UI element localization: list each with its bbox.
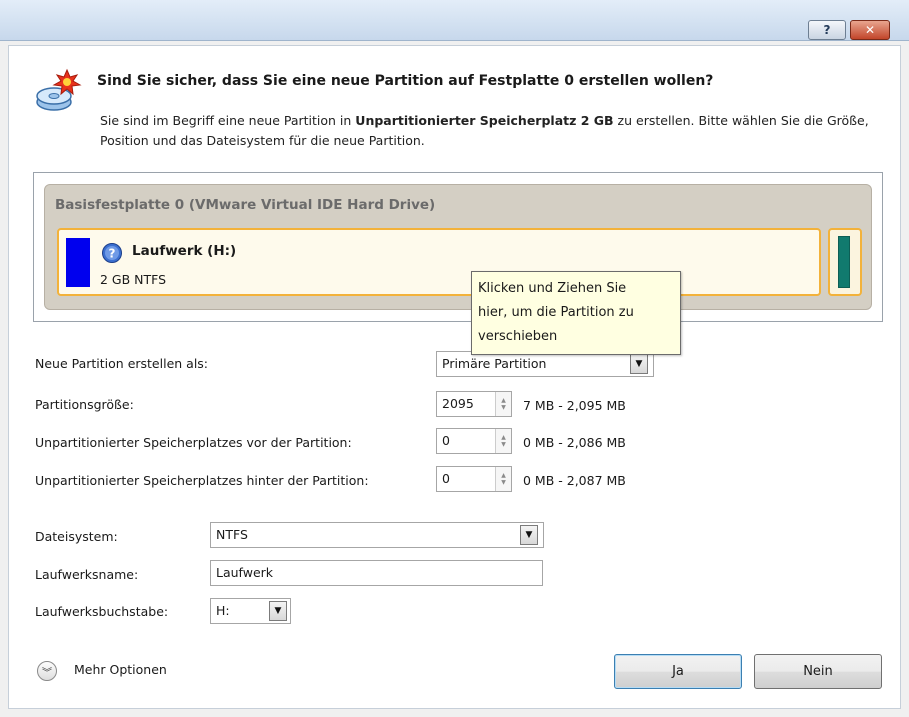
create-as-label: Neue Partition erstellen als: [35,356,209,371]
before-spinner[interactable]: ▲ ▼ [495,429,511,453]
no-button[interactable]: Nein [754,654,882,689]
partition-size-value: 2095 [442,396,474,411]
space-before-value: 0 [442,433,450,448]
file-system-label: Dateisystem: [35,529,118,544]
partition-size-range: 7 MB - 2,095 MB [523,398,626,413]
title-bar [0,0,909,41]
unallocated-color-bar [838,236,850,288]
chevron-down-icon[interactable]: ▼ [269,601,287,621]
desc-bold-target: Unpartitionierter Speicherplatz 2 GB [355,113,614,128]
space-after-label: Unpartitionierter Speicherplatzes hinter… [35,473,369,488]
dialog-description: Sie sind im Begriff eine neue Partition … [100,111,880,151]
drive-name-label: Laufwerksname: [35,567,139,582]
partition-name: Laufwerk (H:) [132,243,237,259]
file-system-value: NTFS [216,527,248,542]
partition-info: 2 GB NTFS [100,272,167,287]
expand-chevron-icon[interactable]: ︾ [37,661,57,681]
tooltip-line: verschieben [478,329,558,344]
question-icon: ? [102,243,122,263]
partition-color-bar [66,238,90,287]
chevron-down-icon[interactable]: ▼ [630,354,648,374]
size-spinner[interactable]: ▲ ▼ [495,392,511,416]
tooltip-line: Klicken und Ziehen Sie [478,281,627,296]
after-spinner[interactable]: ▲ ▼ [495,467,511,491]
file-system-select[interactable]: NTFS [210,522,544,548]
space-before-label: Unpartitionierter Speicherplatzes vor de… [35,435,352,450]
disk-title: Basisfestplatte 0 (VMware Virtual IDE Ha… [55,197,436,213]
desc-text-1: Sie sind im Begriff eine neue Partition … [100,113,356,128]
partition-block[interactable] [57,228,821,296]
dialog-heading: Sind Sie sicher, dass Sie eine neue Part… [97,73,714,89]
space-before-range: 0 MB - 2,086 MB [523,435,626,450]
space-after-range: 0 MB - 2,087 MB [523,473,626,488]
drive-letter-label: Laufwerksbuchstabe: [35,604,169,619]
close-button[interactable]: ✕ [850,20,890,40]
partition-size-label: Partitionsgröße: [35,397,134,412]
svg-text:?: ? [109,247,116,261]
space-after-value: 0 [442,471,450,486]
drive-name-input[interactable]: Laufwerk [210,560,543,586]
yes-button[interactable]: Ja [614,654,742,689]
drive-letter-value: H: [216,603,230,618]
tooltip-line: hier, um die Partition zu [478,305,634,320]
help-button[interactable]: ? [808,20,846,40]
more-options-link[interactable]: Mehr Optionen [74,662,167,677]
create-as-value: Primäre Partition [442,356,547,371]
drag-tooltip: Klicken und Ziehen Sie hier, um die Part… [471,271,681,355]
chevron-down-icon[interactable]: ▼ [520,525,538,545]
drive-name-value: Laufwerk [216,565,274,580]
new-partition-icon [36,68,82,111]
